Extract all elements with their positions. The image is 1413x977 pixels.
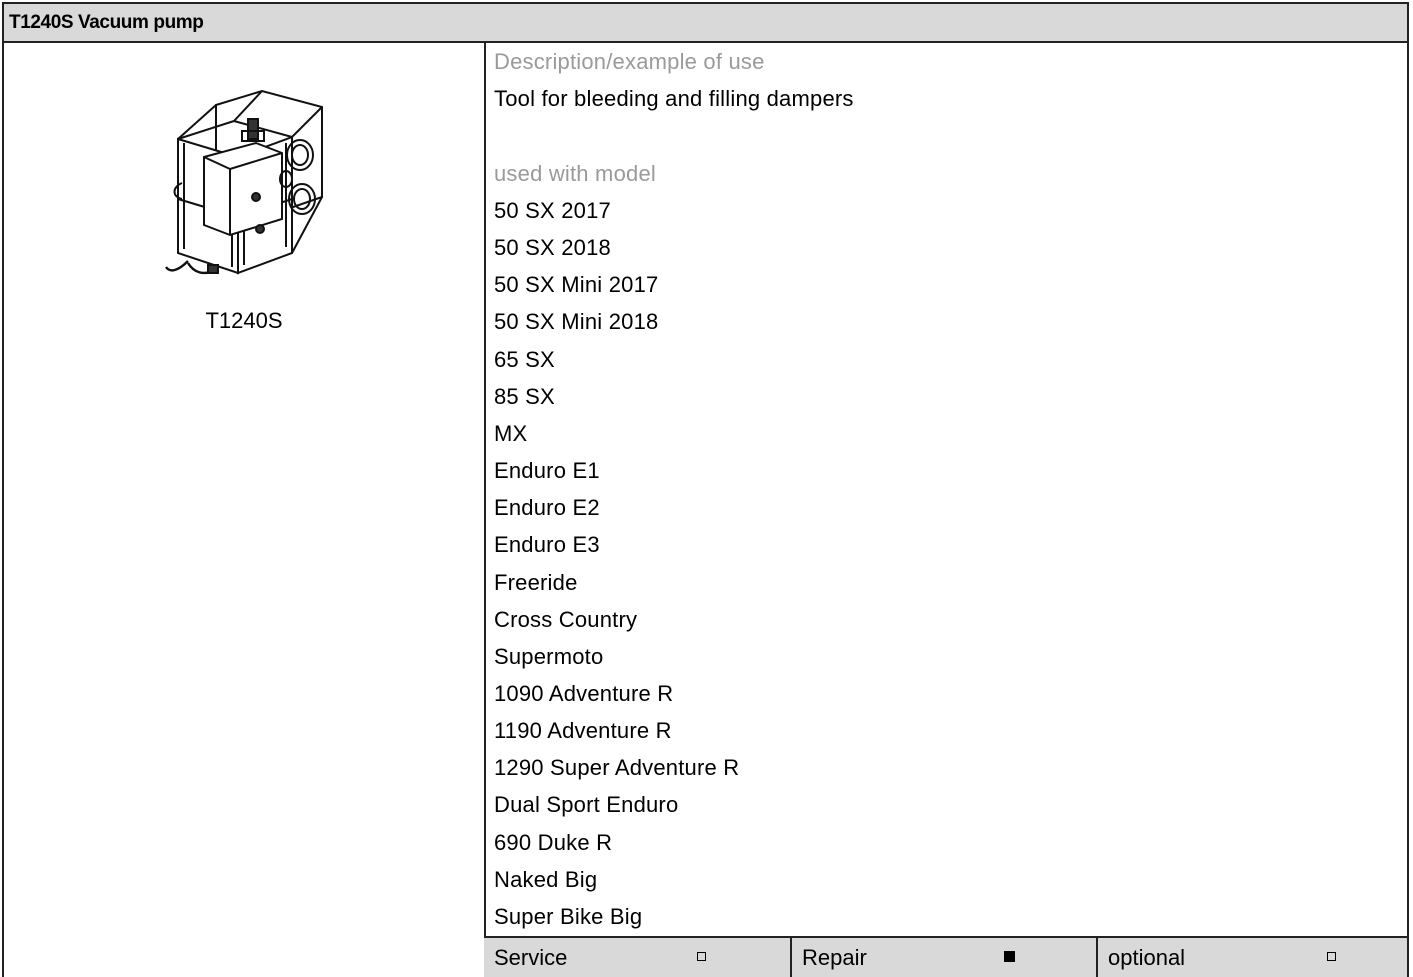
model-list-item: 50 SX Mini 2018 bbox=[494, 309, 659, 335]
sheet-title: T1240S Vacuum pump bbox=[2, 2, 1409, 43]
repair-cell: Repair bbox=[790, 938, 1096, 977]
service-label: Service bbox=[494, 945, 568, 970]
model-list-item: Dual Sport Enduro bbox=[494, 792, 679, 818]
optional-label: optional bbox=[1108, 945, 1186, 970]
model-list-item: 690 Duke R bbox=[494, 829, 613, 855]
tool-image-column: T1240S bbox=[4, 43, 484, 977]
repair-checkbox-icon bbox=[1004, 951, 1015, 962]
model-list-item: 1290 Super Adventure R bbox=[494, 755, 740, 781]
tool-caption: T1240S bbox=[205, 308, 283, 333]
sheet-body: T1240S Description/example of use Tool f… bbox=[2, 43, 1409, 977]
models-label: used with model bbox=[494, 161, 656, 186]
model-list-item: Enduro E1 bbox=[494, 458, 600, 484]
model-list-item: 1090 Adventure R bbox=[494, 680, 674, 706]
model-list-item: Naked Big bbox=[494, 866, 598, 892]
vacuum-pump-drawing-icon bbox=[165, 89, 323, 275]
service-checkbox-icon bbox=[697, 952, 706, 961]
model-list-item: Enduro E2 bbox=[494, 495, 600, 521]
model-list-item: Freeride bbox=[494, 569, 578, 595]
model-list-item: Super Bike Big bbox=[494, 903, 643, 929]
model-list-item: 50 SX 2017 bbox=[494, 198, 611, 223]
service-cell: Service bbox=[484, 938, 790, 977]
model-list-item: 50 SX Mini 2017 bbox=[494, 272, 659, 298]
model-list-item: 1190 Adventure R bbox=[494, 718, 672, 744]
tool-details-column: Description/example of use Tool for blee… bbox=[486, 43, 1407, 977]
model-list-item: Supermoto bbox=[494, 643, 604, 669]
description-label: Description/example of use bbox=[494, 49, 765, 74]
model-list-item: Enduro E3 bbox=[494, 532, 600, 558]
optional-checkbox-icon bbox=[1327, 952, 1336, 961]
model-list-item: MX bbox=[494, 420, 528, 446]
usage-category-bar: Service Repair optional bbox=[484, 936, 1407, 977]
optional-cell: optional bbox=[1096, 938, 1407, 977]
tool-sheet: T1240S Vacuum pump T1240S Description/ex… bbox=[0, 0, 1413, 977]
repair-label: Repair bbox=[802, 945, 867, 970]
model-list-item: 65 SX bbox=[494, 346, 555, 372]
model-list-item: 50 SX 2018 bbox=[494, 235, 611, 261]
model-list-item: Cross Country bbox=[494, 606, 638, 632]
description-text: Tool for bleeding and filling dampers bbox=[494, 86, 854, 111]
model-list-item: 85 SX bbox=[494, 383, 555, 409]
